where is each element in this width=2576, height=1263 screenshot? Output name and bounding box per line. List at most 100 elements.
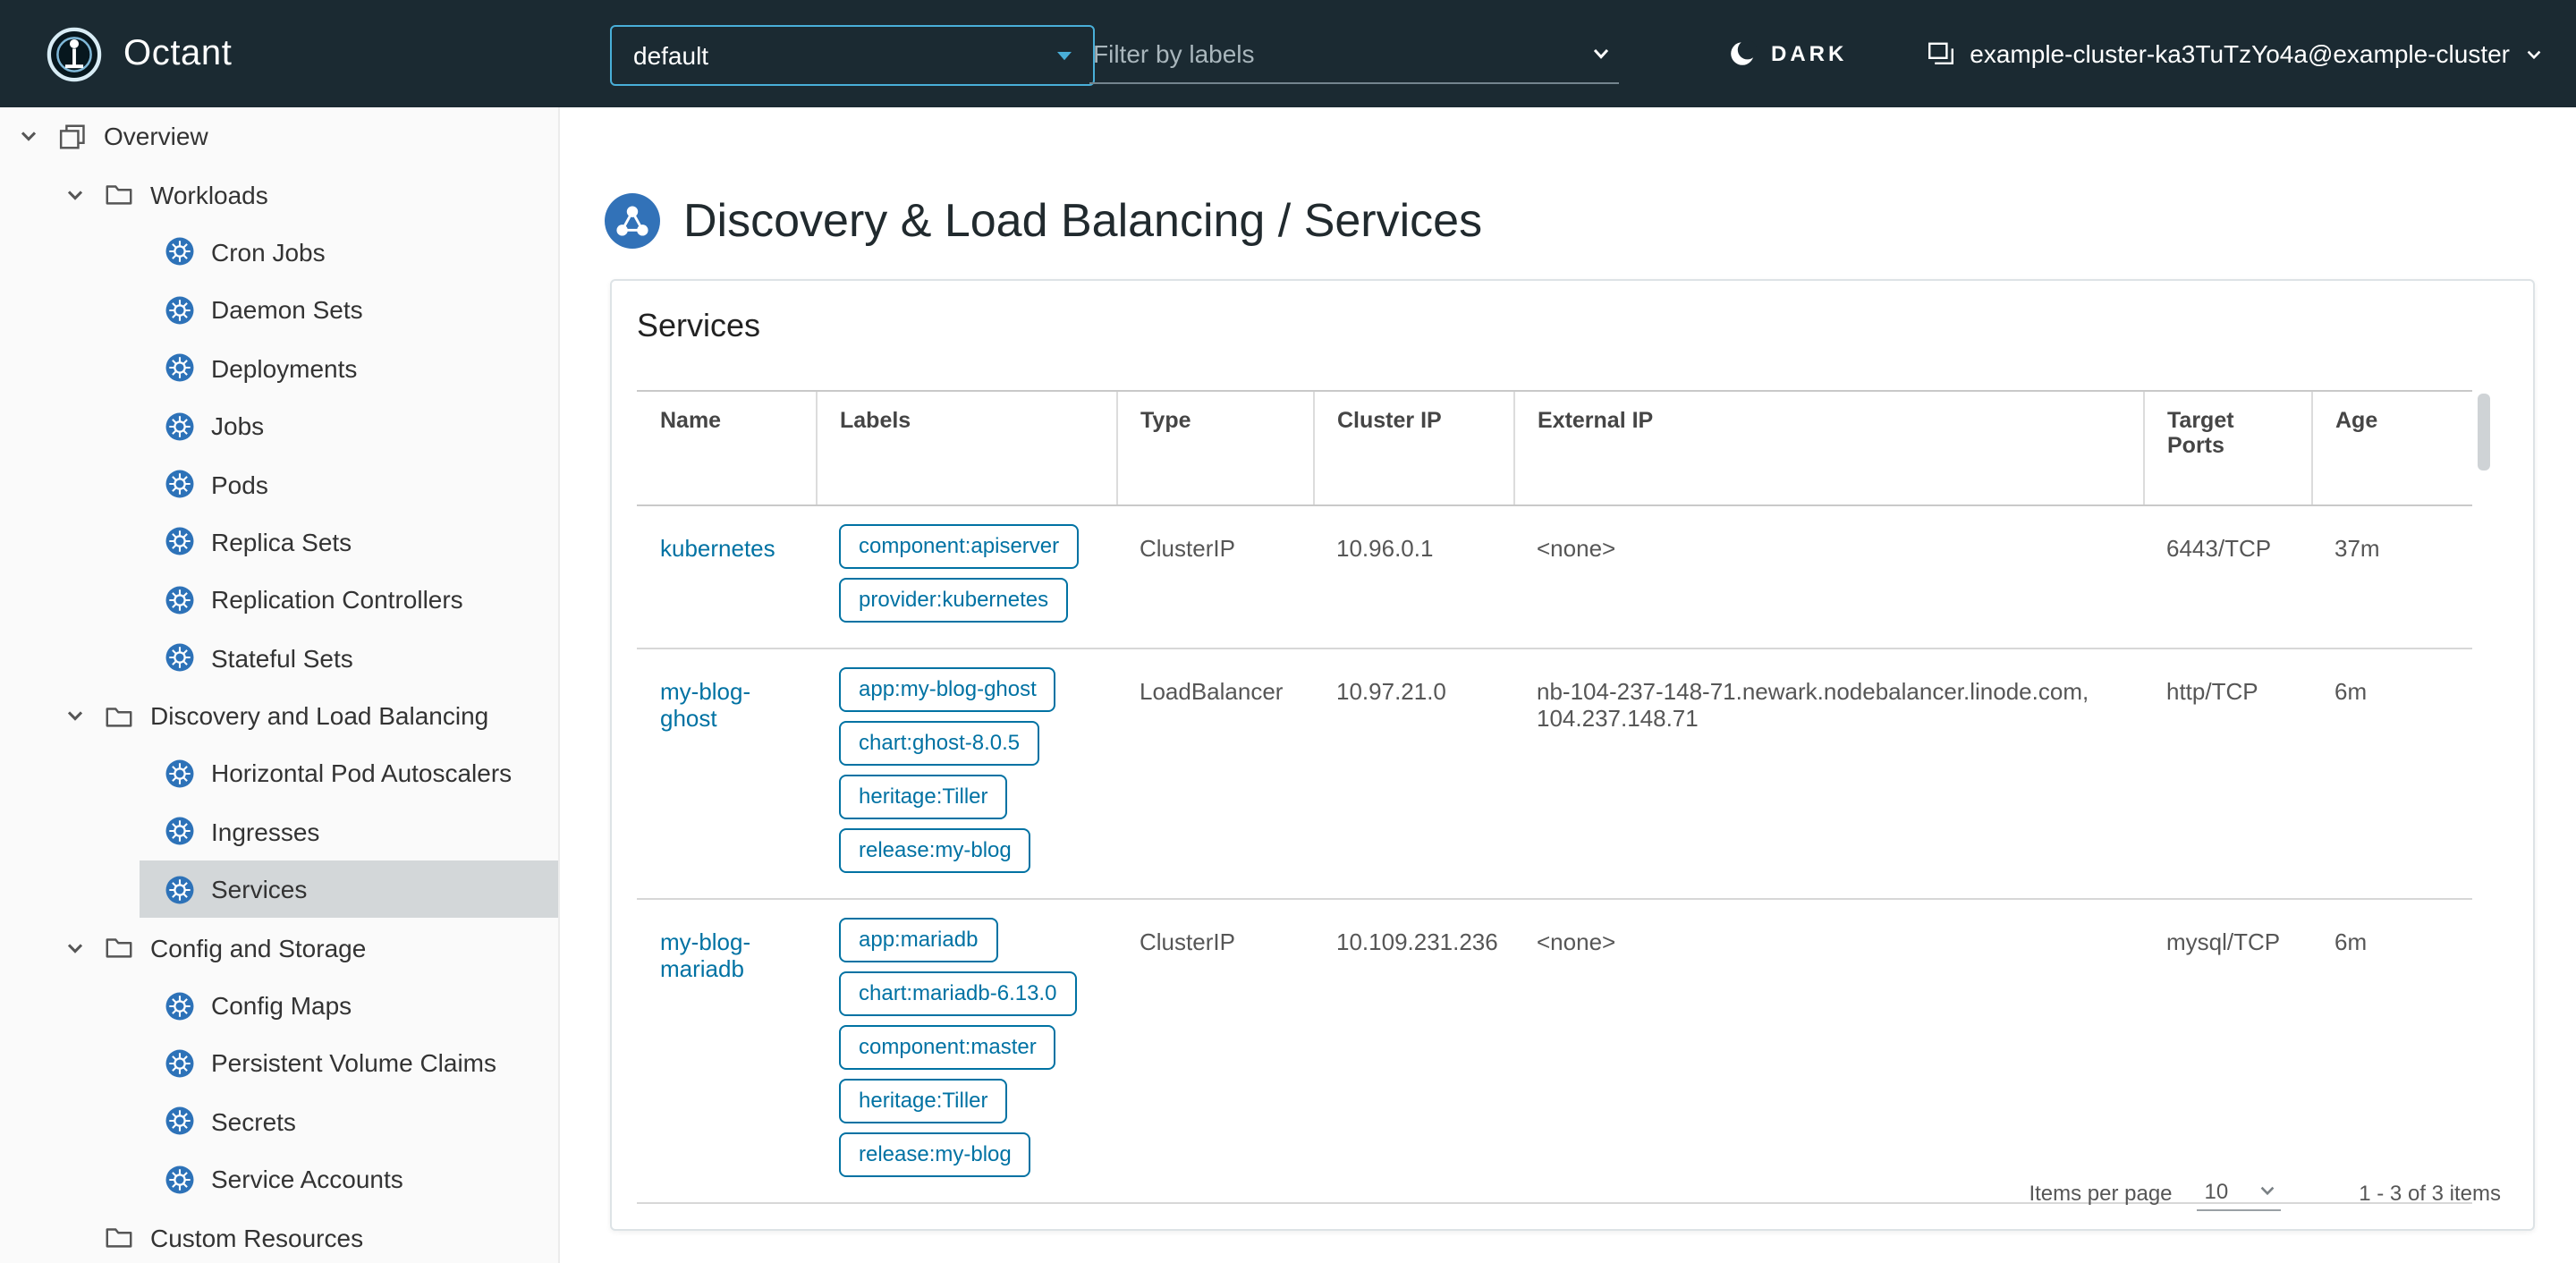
items-per-page-value: 10 [2204,1178,2229,1203]
theme-toggle[interactable]: DARK [1728,0,1847,107]
sidebar-item-label: Persistent Volume Claims [211,1048,497,1078]
sidebar-item-discovery-and-load-balancing[interactable]: Discovery and Load Balancing [0,687,558,745]
octant-app: Octant default DARK [0,0,2576,1263]
page-title: Discovery & Load Balancing / Services [683,193,1483,248]
service-accounts-icon [165,1164,195,1194]
service-name-link[interactable]: my-blog-ghost [660,678,750,732]
config-maps-icon [165,990,195,1021]
replica-sets-icon [165,527,195,557]
sidebar-item-label: Pods [211,470,268,499]
table-header-row: Name Labels Type Cluster IP External IP Targe… [637,390,2472,506]
label-pill[interactable]: release:my-blog [839,828,1031,873]
sidebar-item-label: Config Maps [211,991,352,1021]
sidebar-item-stateful-sets[interactable]: Stateful Sets [140,629,558,687]
cluster-context-label: example-cluster-ka3TuTzYo4a@example-clus… [1970,39,2510,68]
folder-icon [104,1222,134,1252]
sidebar-item-daemon-sets[interactable]: Daemon Sets [140,281,558,339]
service-name-link[interactable]: kubernetes [660,535,775,562]
sidebar-item-pods[interactable]: Pods [140,455,558,513]
service-name-link[interactable]: my-blog-mariadb [660,928,750,982]
sidebar-item-service-accounts[interactable]: Service Accounts [140,1150,558,1208]
external-ip-cell: nb-104-237-148-71.newark.nodebalancer.li… [1513,648,2143,900]
sidebar-item-cron-jobs[interactable]: Cron Jobs [140,224,558,282]
column-header-name: Name [637,390,816,506]
replication-controllers-icon [165,585,195,615]
label-pill[interactable]: component:master [839,1025,1056,1070]
secrets-icon [165,1106,195,1137]
chevron-down-icon[interactable] [64,180,104,208]
sidebar-item-label: Horizontal Pod Autoscalers [211,759,513,788]
label-pill[interactable]: chart:mariadb-6.13.0 [839,971,1077,1016]
sidebar-item-config-maps[interactable]: Config Maps [140,977,558,1035]
chevron-down-icon [2259,1186,2274,1196]
label-pill[interactable]: heritage:Tiller [839,1079,1008,1123]
sidebar-item-label: Config and Storage [150,933,367,962]
sidebar-item-persistent-volume-claims[interactable]: Persistent Volume Claims [140,1035,558,1093]
table-scrollbar-thumb[interactable] [2478,394,2490,470]
moon-icon [1728,39,1757,68]
items-per-page-select[interactable]: 10 [2197,1174,2281,1210]
chevron-down-icon[interactable] [64,933,104,962]
services-icon [165,875,195,905]
column-header-target-ports: Target Ports [2142,390,2311,506]
chevron-down-icon[interactable] [1590,43,1619,64]
sidebar-item-overview[interactable]: Overview [0,107,558,165]
sidebar-item-label: Discovery and Load Balancing [150,701,489,731]
label-pill[interactable]: chart:ghost-8.0.5 [839,721,1040,766]
target-ports-cell: http/TCP [2143,648,2311,900]
services-card: Services Name Labels Type Cluster IP Externa… [610,279,2535,1231]
cron-jobs-icon [165,237,195,267]
type-cell: ClusterIP [1116,505,1313,649]
sidebar-item-replication-controllers[interactable]: Replication Controllers [140,571,558,629]
label-pill[interactable]: component:apiserver [839,524,1080,569]
items-per-page-label: Items per page [2029,1180,2173,1205]
filter-labels-input[interactable] [1089,39,1590,68]
cluster-ip-cell: 10.97.21.0 [1313,648,1513,900]
sidebar-item-jobs[interactable]: Jobs [140,397,558,455]
sidebar-item-custom-resources[interactable]: Custom Resources [0,1208,558,1263]
sidebar-item-label: Cron Jobs [211,237,326,267]
sidebar-item-replica-sets[interactable]: Replica Sets [140,513,558,571]
label-pill[interactable]: heritage:Tiller [839,775,1008,819]
sidebar-item-label: Stateful Sets [211,643,353,673]
sidebar-item-secrets[interactable]: Secrets [140,1092,558,1150]
persistent-volume-claims-icon [165,1048,195,1079]
cluster-icon [1927,39,1955,68]
deployments-icon [165,353,195,384]
namespace-value: default [633,41,709,70]
theme-toggle-label: DARK [1771,41,1848,66]
sidebar-item-label: Deployments [211,353,358,383]
sidebar-item-services[interactable]: Services [140,860,558,919]
chevron-down-icon[interactable] [18,122,57,150]
chevron-down-icon [2524,44,2544,64]
age-cell: 6m [2311,648,2472,900]
column-header-cluster-ip: Cluster IP [1312,390,1513,506]
column-header-labels: Labels [815,390,1116,506]
label-pill[interactable]: app:my-blog-ghost [839,667,1056,712]
sidebar-item-deployments[interactable]: Deployments [140,339,558,397]
services-table: Name Labels Type Cluster IP External IP Targe… [637,390,2472,1204]
target-ports-cell: 6443/TCP [2143,505,2311,649]
filter-labels-combobox[interactable] [1089,25,1619,84]
pods-icon [165,469,195,499]
sidebar-item-workloads[interactable]: Workloads [0,165,558,224]
load-balancer-icon [605,193,660,250]
sidebar-item-config-and-storage[interactable]: Config and Storage [0,919,558,977]
app-logo-group: Octant [47,0,232,107]
app-title: Octant [123,33,233,72]
chevron-down-icon[interactable] [64,701,104,730]
labels-cell: component:apiserver provider:kubernetes [816,505,1116,649]
table-body: kubernetes component:apiserver provider:ku… [637,505,2472,1204]
namespace-select[interactable]: default [610,25,1095,86]
sidebar-item-ingresses[interactable]: Ingresses [140,802,558,860]
label-pill[interactable]: app:mariadb [839,918,998,962]
type-cell: LoadBalancer [1116,648,1313,900]
label-pill[interactable]: provider:kubernetes [839,578,1069,623]
card-title: Services [637,308,761,343]
sidebar-item-horizontal-pod-autoscalers[interactable]: Horizontal Pod Autoscalers [140,745,558,803]
stateful-sets-icon [165,642,195,673]
folder-icon [104,179,134,209]
cluster-context-selector[interactable]: example-cluster-ka3TuTzYo4a@example-clus… [1927,0,2544,107]
column-header-type: Type [1115,390,1313,506]
column-header-external-ip: External IP [1513,390,2143,506]
